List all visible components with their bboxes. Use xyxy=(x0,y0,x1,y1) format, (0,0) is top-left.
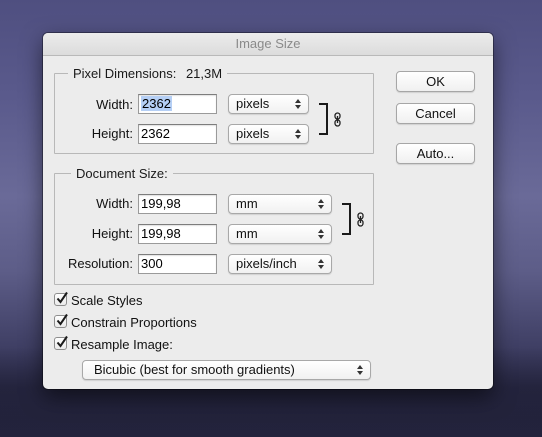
popup-arrows-icon xyxy=(318,198,325,210)
ok-button[interactable]: OK xyxy=(396,71,475,92)
resample-method-select[interactable]: Bicubic (best for smooth gradients) xyxy=(82,360,371,380)
pixel-width-label: Width: xyxy=(96,97,133,112)
doc-height-unit-select[interactable]: mm xyxy=(228,224,332,244)
resolution-unit-select[interactable]: pixels/inch xyxy=(228,254,332,274)
auto-button[interactable]: Auto... xyxy=(396,143,475,164)
doc-width-value: 199,98 xyxy=(141,196,181,211)
doc-height-value: 199,98 xyxy=(141,226,181,241)
pixel-height-value: 2362 xyxy=(141,126,170,141)
popup-arrows-icon xyxy=(295,98,302,110)
resolution-unit: pixels/inch xyxy=(236,256,297,271)
pixel-height-unit: pixels xyxy=(236,126,270,141)
popup-arrows-icon xyxy=(295,128,302,140)
resolution-value: 300 xyxy=(141,256,163,271)
pixel-dimensions-heading: Pixel Dimensions: 21,3M xyxy=(68,66,228,81)
pixel-dimensions-label: Pixel Dimensions: xyxy=(73,66,177,81)
doc-width-label: Width: xyxy=(96,196,133,211)
dialog-title: Image Size xyxy=(43,33,493,56)
pixel-height-field[interactable]: 2362 xyxy=(138,124,217,144)
resolution-label: Resolution: xyxy=(67,256,133,271)
chain-link-icon xyxy=(357,212,364,227)
pixel-width-value: 2362 xyxy=(141,96,172,111)
scale-styles-label: Scale Styles xyxy=(71,293,143,308)
doc-width-field[interactable]: 199,98 xyxy=(138,194,217,214)
chain-link-icon xyxy=(334,112,341,127)
checkbox-box xyxy=(54,291,68,306)
doc-height-field[interactable]: 199,98 xyxy=(138,224,217,244)
image-size-dialog: Image Size Pixel Dimensions: 21,3M Width… xyxy=(43,33,493,389)
document-size-heading: Document Size: xyxy=(71,166,173,181)
cancel-button[interactable]: Cancel xyxy=(396,103,475,124)
pixel-height-label: Height: xyxy=(91,126,133,141)
resolution-field[interactable]: 300 xyxy=(138,254,217,274)
doc-width-unit-select[interactable]: mm xyxy=(228,194,332,214)
pixel-link-bracket xyxy=(319,103,328,135)
checkmark-icon xyxy=(56,335,68,348)
doc-link-bracket xyxy=(342,203,351,235)
resample-image-label: Resample Image: xyxy=(71,337,173,352)
checkmark-icon xyxy=(56,291,68,304)
pixel-height-unit-select[interactable]: pixels xyxy=(228,124,309,144)
popup-arrows-icon xyxy=(357,364,364,376)
doc-height-label: Height: xyxy=(91,226,133,241)
resample-method-value: Bicubic (best for smooth gradients) xyxy=(94,362,295,377)
checkbox-box xyxy=(54,335,68,350)
popup-arrows-icon xyxy=(318,258,325,270)
doc-height-unit: mm xyxy=(236,226,258,241)
pixel-dimensions-size: 21,3M xyxy=(185,66,223,81)
doc-width-unit: mm xyxy=(236,196,258,211)
pixel-width-field[interactable]: 2362 xyxy=(138,94,217,114)
popup-arrows-icon xyxy=(318,228,325,240)
constrain-proportions-label: Constrain Proportions xyxy=(71,315,197,330)
checkmark-icon xyxy=(56,313,68,326)
checkbox-box xyxy=(54,313,68,328)
pixel-width-unit-select[interactable]: pixels xyxy=(228,94,309,114)
pixel-width-unit: pixels xyxy=(236,96,270,111)
